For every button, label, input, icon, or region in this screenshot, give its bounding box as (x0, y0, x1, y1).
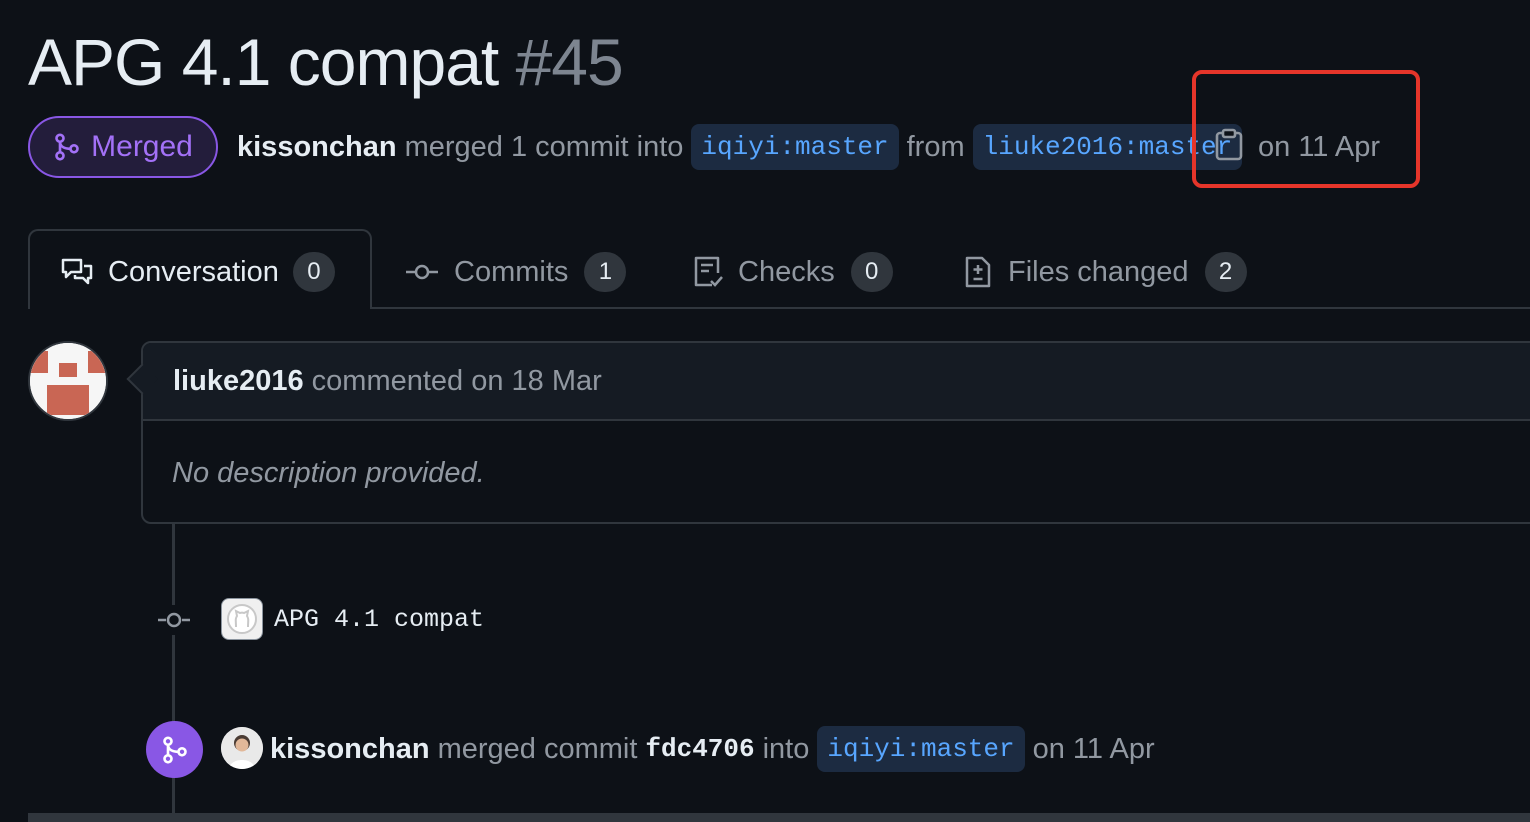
github-avatar[interactable] (221, 598, 263, 640)
git-commit-icon (406, 264, 438, 280)
tab-checks-count: 0 (850, 252, 893, 292)
comment-body: No description provided. (172, 457, 485, 489)
identicon-avatar (30, 343, 106, 419)
timeline-bottom-divider (28, 813, 1530, 822)
merge-event: kissonchan merged commit fdc4706 into iq… (270, 724, 1155, 774)
merge-event-user[interactable]: kissonchan (270, 733, 430, 766)
comment-header-text: liuke2016 commented on 18 Mar (173, 356, 602, 406)
tab-files-changed[interactable]: Files changed 2 (962, 242, 1247, 302)
pr-title: APG 4.1 compat #45 (28, 22, 624, 102)
tab-commits[interactable]: Commits 1 (404, 242, 627, 302)
merger-avatar[interactable] (221, 727, 263, 769)
comment-author[interactable]: liuke2016 (173, 365, 304, 397)
pr-number: #45 (515, 25, 624, 99)
comment-discussion-icon (61, 258, 93, 285)
git-merge-icon (55, 133, 79, 161)
merge-event-into: into (762, 732, 810, 765)
avatar[interactable] (28, 341, 108, 421)
merge-event-badge (146, 721, 203, 778)
from-text: from (906, 130, 965, 163)
tab-files-changed-count: 2 (1204, 252, 1247, 292)
commit-message[interactable]: APG 4.1 compat (274, 600, 484, 640)
tab-checks-label: Checks (738, 255, 835, 288)
merged-state-badge: Merged (28, 116, 218, 178)
tab-conversation-count: 0 (292, 252, 335, 292)
github-octocat-icon (227, 604, 257, 634)
merge-event-date: on 11 Apr (1032, 732, 1155, 765)
tab-conversation-label: Conversation (108, 255, 279, 288)
commit-sha[interactable]: fdc4706 (645, 734, 754, 764)
pr-meta: kissonchan merged 1 commit into iqiyi:ma… (237, 122, 1250, 172)
tab-conversation[interactable]: Conversation 0 (60, 242, 335, 302)
user-photo-icon (221, 727, 263, 769)
pr-title-text: APG 4.1 compat (28, 25, 499, 99)
merge-event-text: merged commit (437, 732, 638, 765)
tab-commits-label: Commits (454, 255, 569, 288)
merger-username[interactable]: kissonchan (237, 131, 397, 164)
merge-event-branch[interactable]: iqiyi:master (817, 726, 1025, 772)
file-diff-icon (965, 256, 991, 288)
tab-files-changed-label: Files changed (1008, 255, 1189, 288)
merged-state-label: Merged (91, 130, 193, 163)
base-branch[interactable]: iqiyi:master (691, 124, 899, 170)
git-commit-icon (156, 605, 192, 635)
highlight-box (1192, 70, 1420, 188)
merge-summary-text: merged 1 commit into (404, 130, 684, 163)
comment-action: commented on 18 Mar (311, 365, 602, 397)
tab-commits-count: 1 (584, 252, 627, 292)
git-merge-icon (162, 735, 187, 764)
checklist-icon (694, 256, 723, 287)
tab-checks[interactable]: Checks 0 (692, 242, 893, 302)
